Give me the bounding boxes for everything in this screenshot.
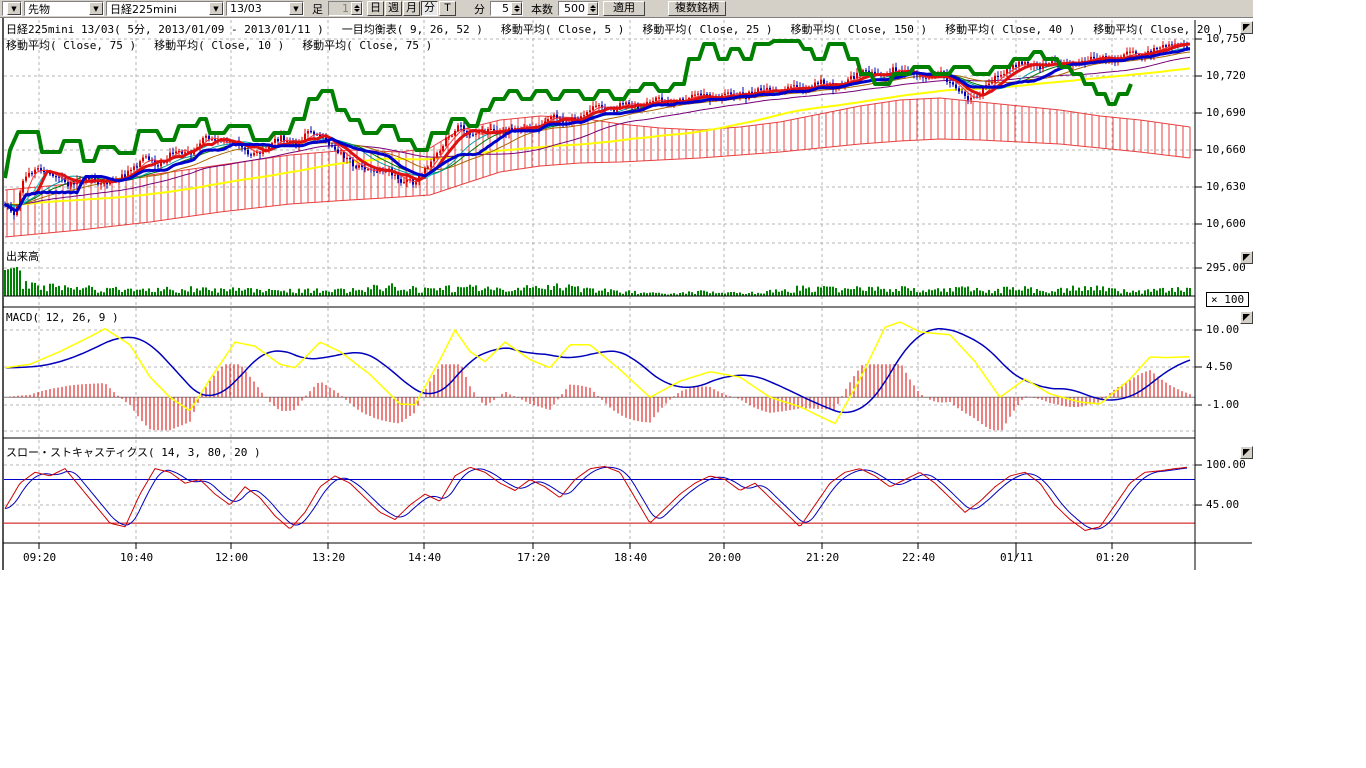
bar-count-spinner[interactable]: 500 bbox=[558, 1, 599, 16]
price-axis-label: 10,600 bbox=[1206, 217, 1246, 230]
instrument-type-select[interactable]: 先物 ▼ bbox=[24, 1, 104, 16]
diagonal-arrow-icon bbox=[1243, 254, 1250, 261]
bar-interval-spinner[interactable]: 1 bbox=[328, 1, 363, 16]
time-axis-label: 18:40 bbox=[614, 551, 647, 564]
period-button-T[interactable]: T bbox=[439, 1, 456, 16]
legend-item: 移動平均( Close, 5 ) bbox=[501, 23, 624, 36]
chart-canvas bbox=[0, 0, 1260, 580]
period-button-週[interactable]: 週 bbox=[385, 1, 402, 16]
chevron-down-icon[interactable]: ▼ bbox=[7, 2, 21, 15]
pane-maximize-button[interactable] bbox=[1240, 21, 1253, 34]
macd-pane-label: MACD( 12, 26, 9 ) bbox=[6, 311, 119, 324]
chevron-down-icon[interactable]: ▼ bbox=[209, 2, 223, 15]
legend-item: 移動平均( Close, 10 ) bbox=[154, 39, 284, 52]
legend-item: 移動平均( Close, 75 ) bbox=[302, 39, 432, 52]
legend-item: 移動平均( Close, 75 ) bbox=[6, 39, 136, 52]
price-legend-row1: 日経225mini 13/03( 5分, 2013/01/09 - 2013/0… bbox=[6, 21, 1241, 37]
legend-item: 一目均衡表( 9, 26, 52 ) bbox=[342, 23, 483, 36]
toolbar: ▼ 先物 ▼ 日経225mini ▼ 13/03 ▼ 足 1 日週月分T 分 5… bbox=[0, 0, 1253, 18]
time-axis-label: 10:40 bbox=[120, 551, 153, 564]
diagonal-arrow-icon bbox=[1243, 24, 1250, 31]
spinner-arrows-icon[interactable] bbox=[587, 2, 598, 15]
contract-month-value: 13/03 bbox=[227, 2, 262, 15]
apply-button[interactable]: 適用 bbox=[603, 1, 645, 16]
time-axis-label: 12:00 bbox=[215, 551, 248, 564]
legend-item: 移動平均( Close, 40 ) bbox=[945, 23, 1075, 36]
time-axis-label: 09:20 bbox=[23, 551, 56, 564]
macd-axis-label: 4.50 bbox=[1206, 360, 1233, 373]
stoch-axis-label: 45.00 bbox=[1206, 498, 1239, 511]
contract-month-select[interactable]: 13/03 ▼ bbox=[226, 1, 304, 16]
hidden-symbol-combo[interactable]: ▼ bbox=[2, 1, 22, 16]
period-button-分[interactable]: 分 bbox=[421, 1, 438, 16]
pane-maximize-button[interactable] bbox=[1240, 446, 1253, 459]
macd-axis-label: -1.00 bbox=[1206, 398, 1239, 411]
minutes-value: 5 bbox=[491, 2, 511, 15]
macd-axis-label: 10.00 bbox=[1206, 323, 1239, 336]
bar-type-label: 足 bbox=[312, 1, 323, 17]
legend-item: 移動平均( Close, 25 ) bbox=[642, 23, 772, 36]
chevron-down-icon[interactable]: ▼ bbox=[89, 2, 103, 15]
volume-multiplier-label: × 100 bbox=[1211, 293, 1244, 306]
legend-item: 移動平均( Close, 20 ) bbox=[1093, 23, 1223, 36]
diagonal-arrow-icon bbox=[1243, 314, 1250, 321]
price-axis-label: 10,660 bbox=[1206, 143, 1246, 156]
minutes-label: 分 bbox=[474, 1, 485, 17]
chevron-down-icon[interactable]: ▼ bbox=[289, 2, 303, 15]
bar-count-value: 500 bbox=[559, 2, 587, 15]
time-axis-label: 20:00 bbox=[708, 551, 741, 564]
time-axis-label: 17:20 bbox=[517, 551, 550, 564]
time-axis-label: 14:40 bbox=[408, 551, 441, 564]
stoch-axis-label: 100.00 bbox=[1206, 458, 1246, 471]
time-axis-label: 22:40 bbox=[902, 551, 935, 564]
price-axis-label: 10,690 bbox=[1206, 106, 1246, 119]
volume-pane-label: 出来高 bbox=[6, 248, 39, 264]
legend-item: 日経225mini 13/03( 5分, 2013/01/09 - 2013/0… bbox=[6, 23, 324, 36]
chart-window: 日経225mini 13/03( 5分, 2013/01/09 - 2013/0… bbox=[0, 0, 1366, 768]
time-axis-label: 01/11 bbox=[1000, 551, 1033, 564]
time-axis-label: 13:20 bbox=[312, 551, 345, 564]
period-button-月[interactable]: 月 bbox=[403, 1, 420, 16]
price-axis-label: 10,720 bbox=[1206, 69, 1246, 82]
price-axis-label: 10,630 bbox=[1206, 180, 1246, 193]
diagonal-arrow-icon bbox=[1243, 449, 1250, 456]
spinner-arrows-icon[interactable] bbox=[511, 2, 522, 15]
volume-multiplier-box: × 100 bbox=[1206, 292, 1249, 307]
time-axis-label: 01:20 bbox=[1096, 551, 1129, 564]
legend-item: 移動平均( Close, 150 ) bbox=[790, 23, 927, 36]
spinner-arrows-icon[interactable] bbox=[351, 2, 362, 15]
symbol-select[interactable]: 日経225mini ▼ bbox=[106, 1, 224, 16]
multi-symbol-button[interactable]: 複数銘柄 bbox=[668, 1, 726, 16]
price-legend-row2: 移動平均( Close, 75 ) 移動平均( Close, 10 ) 移動平均( … bbox=[6, 37, 450, 53]
period-button-group: 日週月分T bbox=[366, 1, 456, 16]
pane-maximize-button[interactable] bbox=[1240, 311, 1253, 324]
bar-count-label: 本数 bbox=[531, 1, 553, 17]
symbol-value: 日経225mini bbox=[107, 1, 177, 17]
instrument-type-value: 先物 bbox=[25, 1, 50, 17]
period-button-日[interactable]: 日 bbox=[367, 1, 384, 16]
stoch-pane-label: スロー・ストキャスティクス( 14, 3, 80, 20 ) bbox=[6, 444, 261, 460]
bar-interval-value: 1 bbox=[329, 2, 351, 15]
time-axis-label: 21:20 bbox=[806, 551, 839, 564]
minutes-spinner[interactable]: 5 bbox=[490, 1, 523, 16]
pane-maximize-button[interactable] bbox=[1240, 251, 1253, 264]
